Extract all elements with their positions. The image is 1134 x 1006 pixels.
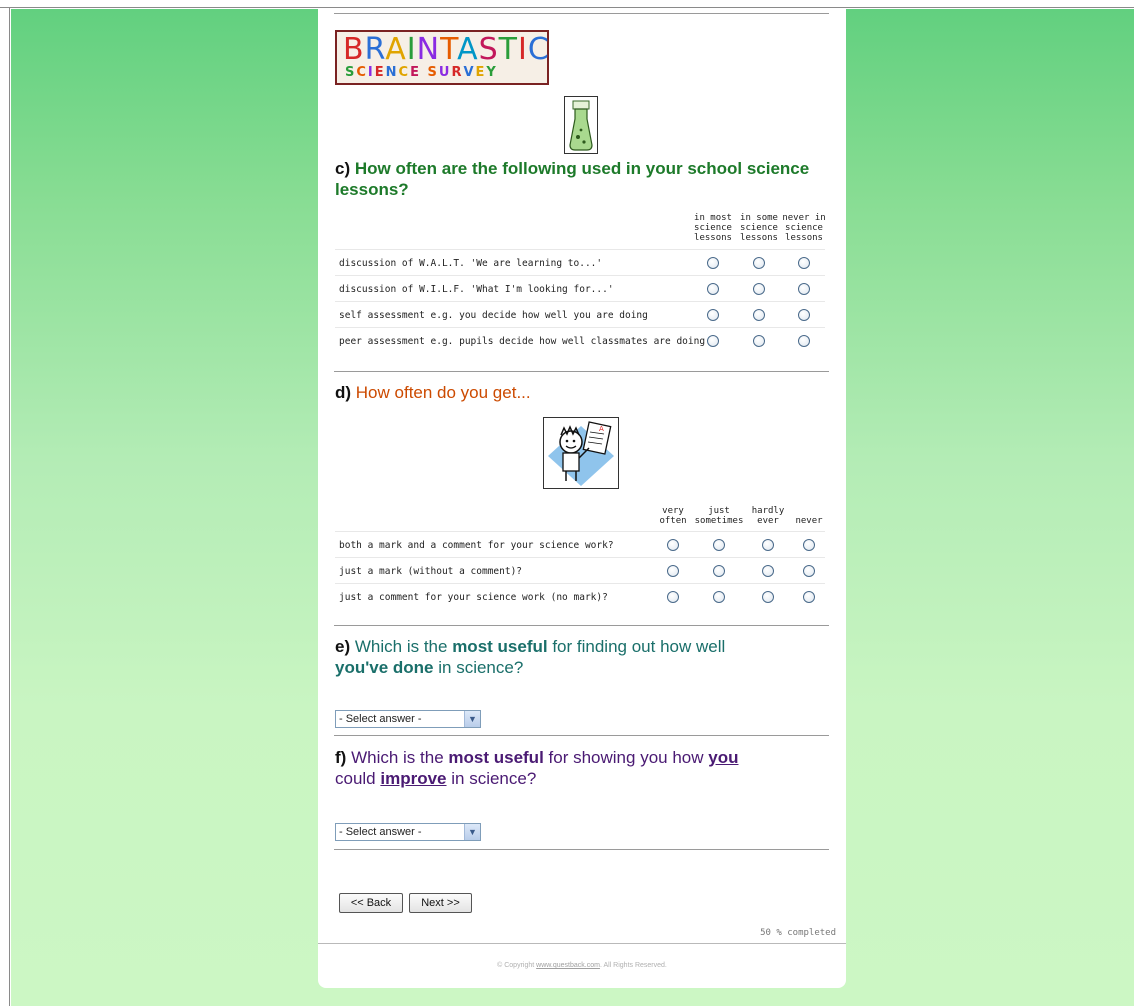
row-label: peer assessment e.g. pupils decide how w… xyxy=(339,336,706,347)
back-button[interactable]: << Back xyxy=(339,893,403,913)
radio-option[interactable] xyxy=(667,539,679,551)
question-e-text-3: in science? xyxy=(438,658,524,677)
row-label: just a mark (without a comment)? xyxy=(339,566,523,577)
question-d-title: d) How often do you get... xyxy=(335,382,531,403)
row-label: discussion of W.I.L.F. 'What I'm looking… xyxy=(339,284,614,295)
divider-d-e xyxy=(334,625,829,626)
question-f-text-2: for showing you how xyxy=(548,748,704,767)
row-label: just a comment for your science work (no… xyxy=(339,592,608,603)
table-row: peer assessment e.g. pupils decide how w… xyxy=(335,327,825,353)
logo-line-2: SCIENCE SURVEY xyxy=(345,65,498,80)
question-e-select-value: - Select answer - xyxy=(339,713,422,725)
radio-option[interactable] xyxy=(667,565,679,577)
copyright-text-end: . All Rights Reserved. xyxy=(599,962,667,969)
question-f-select[interactable]: - Select answer - ▼ xyxy=(335,823,481,841)
column-header-2: never in science lessons xyxy=(774,213,834,243)
question-f-title: f) Which is the most useful for showing … xyxy=(335,747,795,789)
column-header-3: never xyxy=(779,506,839,526)
radio-option[interactable] xyxy=(798,257,810,269)
radio-option[interactable] xyxy=(798,335,810,347)
radio-option[interactable] xyxy=(753,283,765,295)
row-label: self assessment e.g. you decide how well… xyxy=(339,310,648,321)
question-c-text: How often are the following used in your… xyxy=(335,159,810,199)
logo-line-1: BRAINTASTIC xyxy=(343,32,550,67)
column-header-line: science xyxy=(785,223,823,233)
question-f-select-value: - Select answer - xyxy=(339,826,422,838)
question-e-bold-2: you've done xyxy=(335,658,434,677)
radio-option[interactable] xyxy=(713,539,725,551)
question-c-title: c) How often are the following used in y… xyxy=(335,158,815,200)
radio-option[interactable] xyxy=(803,539,815,551)
question-f-letter: f) xyxy=(335,748,347,767)
question-e-select[interactable]: - Select answer - ▼ xyxy=(335,710,481,728)
footer-divider xyxy=(318,943,846,944)
table-row: self assessment e.g. you decide how well… xyxy=(335,301,825,327)
radio-option[interactable] xyxy=(707,283,719,295)
questback-link[interactable]: www.questback.com xyxy=(536,962,600,969)
column-header-line: never xyxy=(795,516,823,526)
question-d-text: How often do you get... xyxy=(355,383,531,402)
radio-option[interactable] xyxy=(753,257,765,269)
question-f-bold-1: most useful xyxy=(448,748,544,767)
radio-option[interactable] xyxy=(762,565,774,577)
radio-option[interactable] xyxy=(667,591,679,603)
divider-c-d xyxy=(334,371,829,372)
question-e-bold-1: most useful xyxy=(452,637,548,656)
radio-option[interactable] xyxy=(753,335,765,347)
radio-option[interactable] xyxy=(707,309,719,321)
radio-option[interactable] xyxy=(798,309,810,321)
chevron-down-icon[interactable]: ▼ xyxy=(464,824,480,840)
question-e-text-2: for finding out how well xyxy=(552,637,726,656)
question-f-text-1: Which is the xyxy=(351,748,444,767)
question-f-bold-3: improve xyxy=(380,769,447,788)
next-button[interactable]: Next >> xyxy=(409,893,472,913)
radio-option[interactable] xyxy=(713,565,725,577)
survey-page: BRAINTASTIC SCIENCE SURVEY c) How often … xyxy=(318,8,846,988)
copyright-text: © Copyright xyxy=(497,962,535,969)
svg-text:A: A xyxy=(599,425,604,433)
table-row: discussion of W.A.L.T. 'We are learning … xyxy=(335,249,825,275)
copyright-footer: © Copyright www.questback.com. All Right… xyxy=(318,962,846,969)
survey-logo: BRAINTASTIC SCIENCE SURVEY xyxy=(335,30,549,85)
science-jar-image xyxy=(564,96,598,154)
table-row: just a mark (without a comment)? xyxy=(335,557,825,583)
radio-option[interactable] xyxy=(762,539,774,551)
question-d-letter: d) xyxy=(335,383,352,402)
divider-e-f xyxy=(334,735,829,736)
question-c-letter: c) xyxy=(335,159,351,178)
column-header-line: never in xyxy=(782,213,826,223)
top-divider xyxy=(334,13,829,14)
radio-option[interactable] xyxy=(803,591,815,603)
radio-option[interactable] xyxy=(753,309,765,321)
column-header-line xyxy=(779,506,839,516)
radio-option[interactable] xyxy=(707,257,719,269)
question-e-text-1: Which is the xyxy=(354,637,448,656)
radio-option[interactable] xyxy=(798,283,810,295)
question-f-text-3: could xyxy=(335,769,376,788)
question-e-letter: e) xyxy=(335,637,351,656)
chevron-down-icon[interactable]: ▼ xyxy=(464,711,480,727)
window-top-edge xyxy=(0,0,1134,8)
table-row: both a mark and a comment for your scien… xyxy=(335,531,825,557)
student-with-report-image: A xyxy=(543,417,619,489)
row-label: discussion of W.A.L.T. 'We are learning … xyxy=(339,258,603,269)
question-f-bold-2: you xyxy=(708,748,739,767)
question-f-text-4: in science? xyxy=(451,769,537,788)
radio-option[interactable] xyxy=(762,591,774,603)
question-e-title: e) Which is the most useful for finding … xyxy=(335,636,795,678)
table-row: just a comment for your science work (no… xyxy=(335,583,825,609)
radio-option[interactable] xyxy=(713,591,725,603)
table-row: discussion of W.I.L.F. 'What I'm looking… xyxy=(335,275,825,301)
radio-option[interactable] xyxy=(803,565,815,577)
radio-option[interactable] xyxy=(707,335,719,347)
divider-f-nav xyxy=(334,849,829,850)
progress-text: 50 % completed xyxy=(760,928,836,938)
column-header-line: lessons xyxy=(785,233,823,243)
window-left-edge xyxy=(0,8,10,1006)
row-label: both a mark and a comment for your scien… xyxy=(339,540,614,551)
